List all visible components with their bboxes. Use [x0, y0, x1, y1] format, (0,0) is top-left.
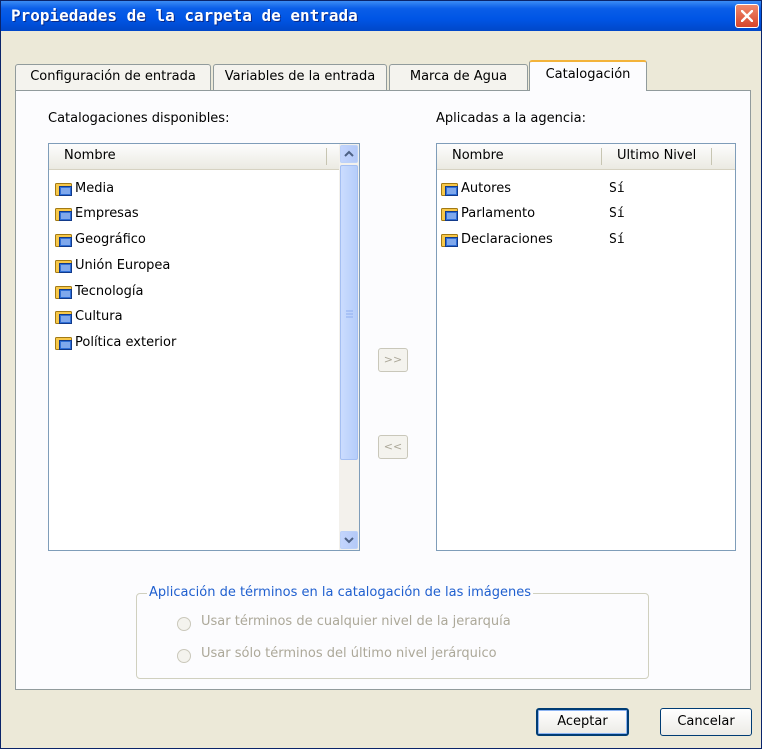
catalog-folder-icon: [55, 284, 73, 309]
catalog-folder-icon: [55, 309, 73, 334]
tab-variables-entrada[interactable]: Variables de la entrada: [213, 64, 387, 90]
table-row[interactable]: Autores Sí: [441, 177, 721, 201]
column-header-ultimo-nivel[interactable]: Ultimo Nivel: [617, 148, 696, 163]
tab-label: Marca de Agua: [409, 69, 508, 84]
tab-catalogacion[interactable]: Catalogación: [529, 60, 647, 91]
column-separator[interactable]: [711, 148, 712, 165]
list-item-label: Geográfico: [75, 232, 146, 247]
radio-last-level-label: Usar sólo términos del último nivel jerá…: [201, 646, 497, 661]
column-header-nombre[interactable]: Nombre: [64, 148, 116, 163]
available-list[interactable]: Nombre Media Empresas Geográfico Unión E…: [48, 143, 360, 551]
list-item-label: Empresas: [75, 206, 139, 221]
row-name: Parlamento: [461, 206, 536, 221]
terms-legend: Aplicación de términos en la catalogació…: [147, 585, 534, 600]
radio-any-level-label: Usar términos de cualquier nivel de la j…: [201, 614, 511, 629]
grip-icon: [346, 310, 353, 318]
tab-label: Configuración de entrada: [30, 69, 196, 84]
cancel-button[interactable]: Cancelar: [660, 708, 752, 736]
add-catalog-button[interactable]: >>: [378, 348, 408, 372]
applied-label: Aplicadas a la agencia:: [436, 111, 586, 126]
list-item-label: Unión Europea: [75, 258, 171, 273]
available-list-header: Nombre: [49, 144, 339, 170]
terms-groupbox: Aplicación de términos en la catalogació…: [136, 585, 649, 679]
column-header-nombre[interactable]: Nombre: [452, 148, 504, 163]
catalog-folder-icon: [55, 181, 73, 206]
radio-last-level[interactable]: [177, 649, 191, 663]
chevron-down-icon: [344, 537, 354, 544]
catalog-folder-icon: [55, 258, 73, 283]
column-separator[interactable]: [601, 148, 602, 165]
close-button[interactable]: [735, 4, 759, 28]
column-separator[interactable]: [326, 148, 327, 165]
applied-list[interactable]: Nombre Ultimo Nivel Autores Sí Parlament…: [436, 143, 736, 551]
tab-marca-agua[interactable]: Marca de Agua: [389, 64, 528, 90]
title-bar[interactable]: Propiedades de la carpeta de entrada: [1, 1, 761, 31]
radio-any-level[interactable]: [177, 617, 191, 631]
available-label: Catalogaciones disponibles:: [48, 111, 230, 126]
row-last-level: Sí: [609, 206, 625, 221]
applied-list-header: Nombre Ultimo Nivel: [437, 144, 735, 170]
ok-button[interactable]: Aceptar: [536, 708, 629, 736]
list-item-label: Cultura: [75, 309, 123, 324]
scroll-up-button[interactable]: [340, 145, 358, 163]
scroll-thumb[interactable]: [340, 165, 358, 460]
chevron-up-icon: [344, 150, 354, 157]
tab-panel-catalogacion: Catalogaciones disponibles: Aplicadas a …: [15, 90, 751, 690]
table-row[interactable]: Declaraciones Sí: [441, 228, 721, 252]
row-name: Autores: [461, 181, 512, 196]
row-last-level: Sí: [609, 181, 625, 196]
catalog-folder-icon: [55, 206, 73, 231]
tab-configuracion-entrada[interactable]: Configuración de entrada: [15, 64, 211, 90]
tab-label: Catalogación: [545, 67, 631, 82]
list-item-label: Tecnología: [75, 284, 144, 299]
row-last-level: Sí: [609, 232, 625, 247]
catalog-folder-icon: [55, 335, 73, 360]
list-item-label: Media: [75, 181, 115, 196]
close-icon: [741, 10, 753, 22]
window-title: Propiedades de la carpeta de entrada: [11, 6, 358, 25]
remove-catalog-button[interactable]: <<: [378, 435, 408, 459]
catalog-folder-icon: [441, 232, 459, 257]
row-name: Declaraciones: [461, 232, 553, 247]
table-row[interactable]: Parlamento Sí: [441, 202, 721, 226]
vertical-scrollbar[interactable]: [339, 144, 359, 550]
catalog-folder-icon: [55, 232, 73, 257]
list-item-label: Política exterior: [75, 335, 177, 350]
dialog-window: Propiedades de la carpeta de entrada Con…: [0, 0, 762, 749]
tab-label: Variables de la entrada: [224, 69, 376, 84]
scroll-down-button[interactable]: [340, 531, 358, 549]
